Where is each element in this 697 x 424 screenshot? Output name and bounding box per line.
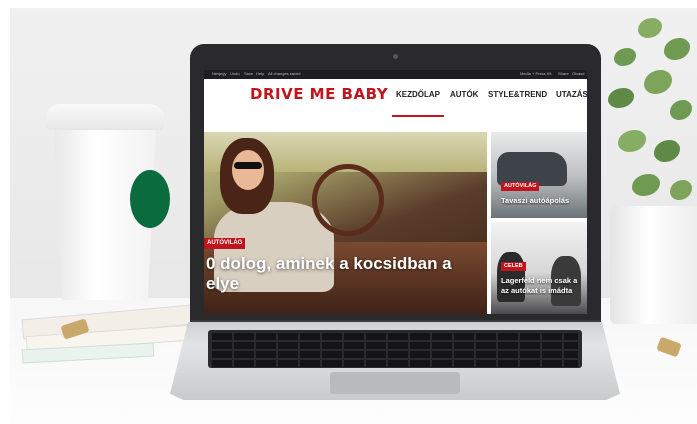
car-photo: [497, 152, 567, 186]
leaf: [608, 88, 634, 108]
leaf: [664, 38, 690, 60]
toolbar-item[interactable]: Share: [558, 71, 569, 76]
toolbar-item[interactable]: Olvasd: [572, 71, 584, 76]
hero-category-tag[interactable]: AUTÓVILÁG: [204, 238, 246, 249]
article-card[interactable]: CELEB Lagerfeld nem csak a az autókat is…: [491, 222, 587, 314]
potted-plant: [604, 8, 697, 218]
toolbar-item[interactable]: Help: [256, 71, 264, 76]
nav-item-utazas[interactable]: UTAZÁS: [556, 90, 587, 99]
browser-toolbar: Névjegy Undo Save Help All changes saved…: [204, 70, 587, 79]
leaf: [654, 140, 680, 162]
toolbar-status: All changes saved: [268, 71, 301, 76]
hero-title-line: 0 dolog, aminek a kocsidban a: [206, 254, 452, 273]
laptop-lid: Névjegy Undo Save Help All changes saved…: [190, 44, 601, 322]
key-row: [212, 333, 578, 340]
nav-item-kezdolap[interactable]: KEZDŐLAP: [396, 90, 440, 99]
photo-border: [0, 0, 697, 8]
coffee-cup: [46, 104, 170, 300]
hero-title[interactable]: 0 dolog, aminek a kocsidban a elye: [206, 254, 486, 294]
leaf: [614, 48, 636, 66]
camera-icon: [393, 54, 398, 59]
card-category-tag[interactable]: AUTÓVILÁG: [501, 182, 540, 191]
site-logo[interactable]: DRIVE ME BABY: [250, 85, 388, 103]
card-title-line[interactable]: Lagerfeld nem csak a: [501, 276, 587, 285]
nav-item-style-trend[interactable]: STYLE&TREND: [488, 90, 547, 99]
active-nav-indicator: [392, 115, 444, 117]
plant-pot: [610, 206, 697, 324]
coffee-logo-icon: [130, 170, 170, 228]
leaf: [644, 70, 672, 94]
keyboard[interactable]: [208, 330, 582, 368]
key-row: [212, 360, 578, 367]
site-header: DRIVE ME BABY KEZDŐLAP AUTÓK STYLE&TREND…: [204, 79, 587, 117]
article-card[interactable]: AUTÓVILÁG Tavaszi autóápolás: [491, 132, 587, 218]
trackpad[interactable]: [330, 372, 460, 394]
photo-scene: Névjegy Undo Save Help All changes saved…: [0, 0, 697, 424]
laptop-base: [170, 322, 620, 400]
woman-face: [232, 150, 264, 190]
card-category-tag[interactable]: CELEB: [501, 262, 526, 271]
key-row: [212, 342, 578, 349]
laptop-screen: Névjegy Undo Save Help All changes saved…: [204, 70, 587, 314]
cup-lid: [46, 104, 164, 130]
leaf: [618, 130, 646, 152]
hero-title-line: elye: [206, 274, 240, 293]
card-title[interactable]: Tavaszi autóápolás: [501, 196, 587, 205]
card-title-line[interactable]: az autókat is imádta: [501, 286, 587, 295]
notebook-stack: [21, 304, 205, 368]
nav-item-autok[interactable]: AUTÓK: [450, 90, 478, 99]
key-row: [212, 351, 578, 358]
leaf: [632, 174, 660, 196]
photo-border: [0, 0, 10, 424]
steering-wheel: [312, 164, 384, 236]
toolbar-item[interactable]: Save: [244, 71, 253, 76]
toolbar-item[interactable]: Undo: [230, 71, 240, 76]
hero-article[interactable]: AUTÓVILÁG 0 dolog, aminek a kocsidban a …: [204, 132, 487, 314]
toolbar-item[interactable]: Media + Press Kit: [520, 71, 551, 76]
toolbar-item[interactable]: Névjegy: [212, 71, 226, 76]
leaf: [670, 180, 692, 200]
leaf: [670, 100, 692, 120]
sunglasses-icon: [234, 162, 262, 169]
leaf: [638, 18, 662, 38]
